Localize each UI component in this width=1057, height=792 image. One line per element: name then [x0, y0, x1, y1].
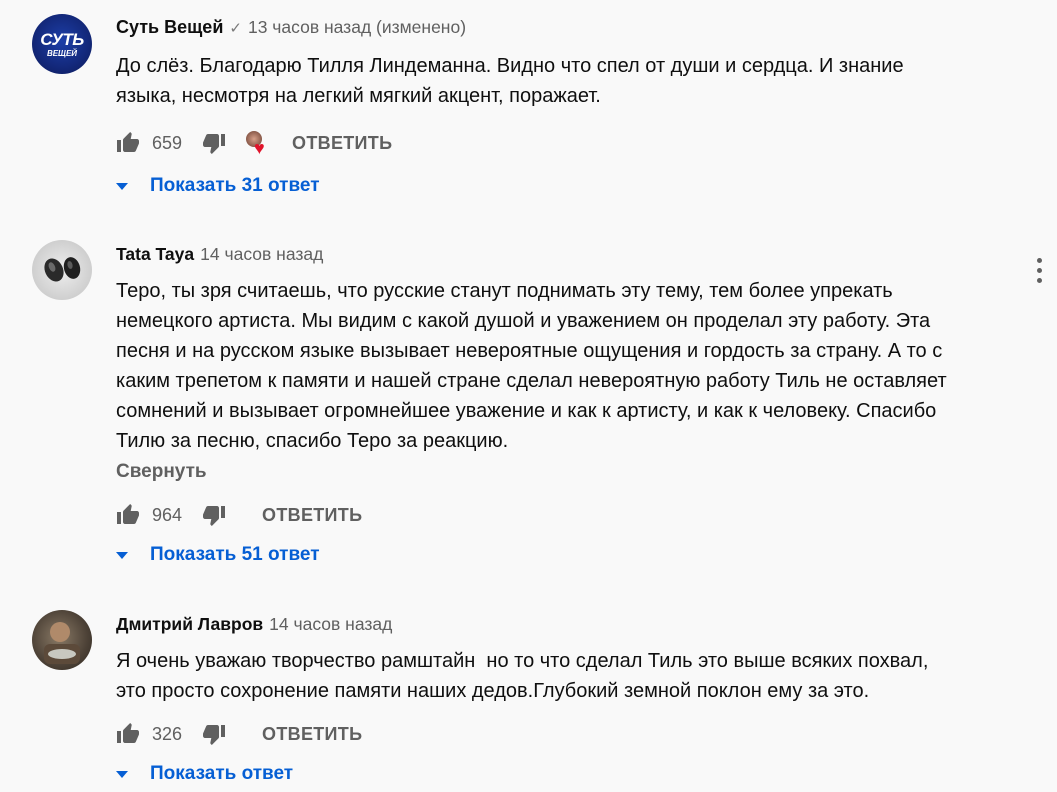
- avatar[interactable]: [32, 610, 92, 670]
- like-icon[interactable]: [116, 722, 140, 746]
- author-name[interactable]: Tata Taya: [116, 244, 194, 264]
- show-replies-button[interactable]: Показать ответ: [116, 763, 293, 785]
- reply-button[interactable]: ОТВЕТИТЬ: [262, 724, 362, 745]
- comment-actions: 326 ОТВЕТИТЬ: [116, 719, 362, 749]
- like-count: 964: [152, 504, 183, 525]
- comment-header: Суть Вещей ✓ 13 часов назад (изменено): [116, 17, 466, 38]
- dislike-icon[interactable]: [202, 722, 226, 746]
- comment-text: Я очень уважаю творчество рамштайн но то…: [116, 650, 929, 702]
- comment-time[interactable]: 14 часов назад: [200, 244, 323, 264]
- like-count: 326: [152, 723, 183, 744]
- comment-time[interactable]: 13 часов назад (изменено): [248, 17, 466, 37]
- comment-text: До слёз. Благодарю Тилля Линдеманна. Вид…: [116, 55, 904, 107]
- comment-time[interactable]: 14 часов назад: [269, 614, 392, 634]
- heart-icon: ♥: [254, 138, 265, 158]
- show-replies-label: Показать ответ: [150, 763, 294, 784]
- more-options-icon[interactable]: [1037, 258, 1042, 283]
- avatar-image: [44, 257, 81, 282]
- show-replies-label: Показать 51 ответ: [150, 544, 320, 565]
- comment-actions: 659 ♥ ОТВЕТИТЬ: [116, 128, 392, 158]
- avatar-logo-subtext: ВЕЩЕЙ: [46, 49, 78, 58]
- creator-heart: ♥: [244, 129, 274, 157]
- reply-button[interactable]: ОТВЕТИТЬ: [262, 505, 362, 526]
- avatar[interactable]: [32, 240, 92, 300]
- avatar-logo-text: СУТЬ: [40, 30, 84, 49]
- caret-down-icon: [116, 182, 128, 190]
- show-replies-label: Показать 31 ответ: [150, 175, 320, 196]
- reply-button[interactable]: ОТВЕТИТЬ: [292, 133, 392, 154]
- comment-actions: 964 ОТВЕТИТЬ: [116, 500, 362, 530]
- avatar-image: [44, 622, 80, 664]
- comment-text: Теро, ты зря считаешь, что русские стану…: [116, 280, 947, 452]
- check-icon: ✓: [229, 20, 242, 37]
- like-icon[interactable]: [116, 503, 140, 527]
- author-name[interactable]: Дмитрий Лавров: [116, 614, 263, 634]
- show-replies-button[interactable]: Показать 51 ответ: [116, 544, 320, 566]
- comment-header: Дмитрий Лавров 14 часов назад: [116, 614, 392, 635]
- author-name[interactable]: Суть Вещей: [116, 17, 223, 37]
- comment-header: Tata Taya 14 часов назад: [116, 244, 323, 265]
- collapse-button[interactable]: Свернуть: [116, 461, 207, 483]
- dislike-icon[interactable]: [202, 131, 226, 155]
- avatar[interactable]: СУТЬ ВЕЩЕЙ: [32, 14, 92, 74]
- caret-down-icon: [116, 551, 128, 559]
- show-replies-button[interactable]: Показать 31 ответ: [116, 175, 320, 197]
- dislike-icon[interactable]: [202, 503, 226, 527]
- like-count: 659: [152, 132, 183, 153]
- caret-down-icon: [116, 770, 128, 778]
- like-icon[interactable]: [116, 131, 140, 155]
